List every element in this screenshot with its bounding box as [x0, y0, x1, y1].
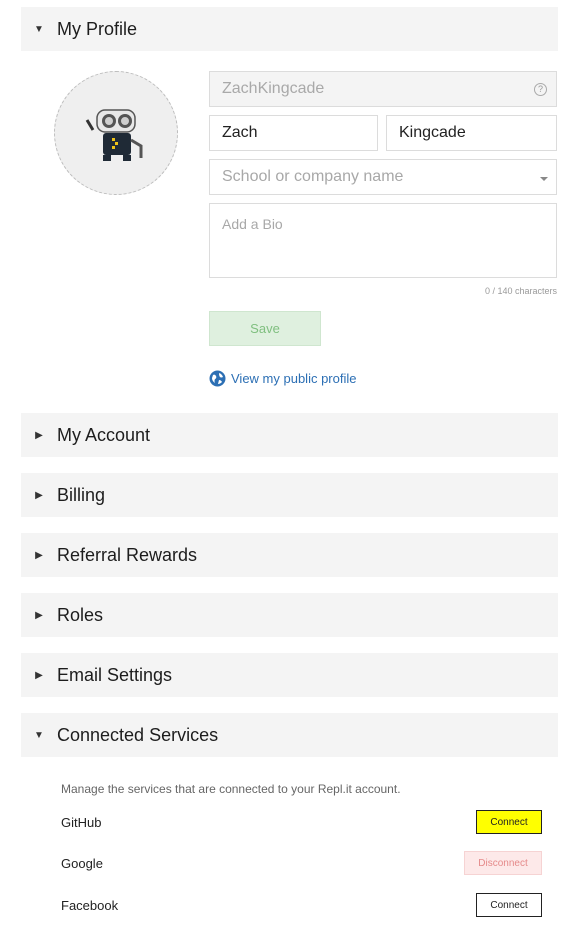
- service-name-google: Google: [61, 856, 103, 871]
- username-value: ZachKingcade: [222, 80, 325, 97]
- caret-right-icon: ▶: [35, 429, 43, 441]
- username-field: ZachKingcade ?: [209, 71, 557, 107]
- char-count: 0 / 140 characters: [484, 286, 557, 296]
- last-name-field[interactable]: Kingcade: [386, 115, 557, 151]
- first-name-value: Zach: [222, 124, 258, 141]
- section-title: Roles: [57, 604, 104, 625]
- bio-textarea[interactable]: Add a Bio: [209, 203, 557, 278]
- caret-right-icon: ▶: [35, 669, 43, 681]
- section-title: My Profile: [57, 18, 138, 39]
- section-title: Connected Services: [57, 724, 219, 745]
- section-my-account[interactable]: ▶ My Account: [21, 413, 558, 457]
- service-name-github: GitHub: [61, 815, 102, 830]
- facebook-connect-button[interactable]: Connect: [476, 893, 542, 917]
- caret-down-icon: ▼: [34, 729, 44, 741]
- section-email-settings[interactable]: ▶ Email Settings: [21, 653, 558, 697]
- robot-avatar-icon: [85, 109, 143, 161]
- section-title: Billing: [57, 484, 106, 505]
- first-name-field[interactable]: Zach: [209, 115, 378, 151]
- service-name-facebook: Facebook: [61, 898, 119, 913]
- section-billing[interactable]: ▶ Billing: [21, 473, 558, 517]
- school-placeholder: School or company name: [222, 168, 404, 185]
- google-disconnect-button[interactable]: Disconnect: [464, 851, 542, 875]
- section-connected-services[interactable]: ▼ Connected Services: [21, 713, 558, 757]
- bio-placeholder: Add a Bio: [222, 216, 283, 232]
- section-title: My Account: [57, 424, 151, 445]
- chevron-down-icon: [540, 177, 548, 181]
- avatar[interactable]: [54, 71, 178, 195]
- globe-icon: [209, 370, 226, 387]
- caret-down-icon: ▼: [34, 23, 44, 35]
- connected-services-description: Manage the services that are connected t…: [61, 782, 401, 796]
- caret-right-icon: ▶: [35, 549, 43, 561]
- section-title: Referral Rewards: [57, 544, 198, 565]
- school-select[interactable]: School or company name: [209, 159, 557, 195]
- last-name-value: Kingcade: [399, 124, 466, 141]
- caret-right-icon: ▶: [35, 489, 43, 501]
- github-connect-button[interactable]: Connect: [476, 810, 542, 834]
- section-referral-rewards[interactable]: ▶ Referral Rewards: [21, 533, 558, 577]
- help-icon[interactable]: ?: [534, 82, 547, 96]
- caret-right-icon: ▶: [35, 609, 43, 621]
- public-profile-link-label: View my public profile: [231, 371, 357, 386]
- public-profile-link[interactable]: View my public profile: [209, 370, 356, 387]
- section-my-profile[interactable]: ▼ My Profile: [21, 7, 558, 51]
- save-button[interactable]: Save: [209, 311, 321, 346]
- section-title: Email Settings: [57, 664, 173, 685]
- section-roles[interactable]: ▶ Roles: [21, 593, 558, 637]
